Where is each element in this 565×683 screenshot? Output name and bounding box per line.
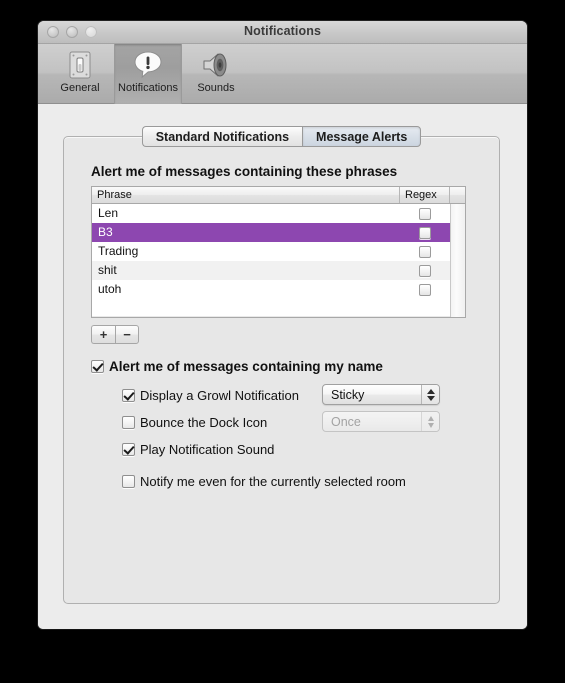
stepper-arrows-icon[interactable]	[421, 412, 439, 431]
option-bounce-dock[interactable]: Bounce the Dock Icon	[122, 415, 267, 430]
table-body: Len B3 Trading shit utoh	[92, 204, 465, 317]
notify-selected-room-checkbox[interactable]	[122, 475, 135, 488]
cell-phrase: B3	[98, 225, 113, 239]
add-phrase-button[interactable]: +	[91, 325, 115, 344]
regex-checkbox[interactable]	[419, 226, 431, 239]
growl-style-value: Sticky	[331, 387, 365, 402]
phrases-heading: Alert me of messages containing these ph…	[91, 164, 398, 179]
tab-message-alerts[interactable]: Message Alerts	[302, 126, 422, 147]
cell-regex	[400, 245, 450, 258]
bounce-dock-label: Bounce the Dock Icon	[140, 415, 268, 430]
table-row[interactable]: shit	[92, 261, 465, 280]
toolbar-item-general-label: General	[60, 82, 100, 94]
message-alerts-pane: Alert me of messages containing these ph…	[64, 137, 501, 605]
table-row[interactable]: B3	[92, 223, 465, 242]
arrow-up-icon	[426, 388, 435, 394]
window-title: Notifications	[244, 24, 321, 38]
alert-my-name-checkbox[interactable]	[91, 360, 104, 373]
toolbar-item-sounds[interactable]: Sounds	[182, 44, 250, 104]
cell-regex	[400, 207, 450, 220]
table-row[interactable]: utoh	[92, 280, 465, 299]
bounce-count-popup[interactable]: Once	[322, 411, 440, 432]
speaker-icon	[200, 48, 232, 82]
regex-checkbox[interactable]	[419, 264, 431, 277]
arrow-down-icon	[427, 422, 434, 428]
light-switch-icon	[65, 48, 95, 82]
alert-my-name-label: Alert me of messages containing my name	[109, 359, 383, 374]
option-play-sound[interactable]: Play Notification Sound	[122, 442, 274, 457]
preferences-window: Notifications General Notifications Soun…	[38, 21, 527, 629]
table-row[interactable]: Trading	[92, 242, 465, 261]
toolbar-item-general[interactable]: General	[46, 44, 114, 104]
play-sound-label: Play Notification Sound	[140, 442, 275, 457]
cell-phrase: utoh	[98, 282, 122, 296]
cell-regex	[400, 283, 450, 296]
tab-strip: Standard Notifications Message Alerts	[63, 126, 500, 148]
phrases-table[interactable]: Phrase Regex Len B3 Trading shit utoh	[91, 186, 466, 318]
table-row[interactable]: Len	[92, 204, 465, 223]
tab-view: Standard Notifications Message Alerts Al…	[63, 126, 500, 604]
toolbar-item-notifications[interactable]: Notifications	[114, 44, 182, 104]
table-header-row: Phrase Regex	[92, 187, 465, 204]
cell-regex	[400, 226, 450, 239]
table-empty-area	[92, 316, 450, 317]
column-header-gutter	[450, 187, 465, 203]
toolbar-item-sounds-label: Sounds	[197, 82, 235, 94]
cell-phrase: Len	[98, 206, 119, 220]
column-header-regex[interactable]: Regex	[400, 187, 450, 203]
arrow-up-icon	[427, 415, 434, 421]
cell-phrase: shit	[98, 263, 117, 277]
preferences-toolbar: General Notifications Sounds	[38, 44, 527, 104]
arrow-down-icon	[426, 395, 435, 401]
window-titlebar: Notifications	[38, 21, 527, 44]
tab-standard-notifications[interactable]: Standard Notifications	[141, 126, 303, 147]
bounce-count-value: Once	[331, 414, 361, 429]
remove-phrase-button[interactable]: −	[115, 325, 139, 344]
regex-checkbox[interactable]	[419, 283, 431, 296]
notify-selected-room-label: Notify me even for the currently selecte…	[140, 474, 406, 489]
cell-regex	[400, 264, 450, 277]
display-growl-label: Display a Growl Notification	[140, 388, 299, 403]
growl-style-popup[interactable]: Sticky	[322, 384, 440, 405]
regex-checkbox[interactable]	[419, 245, 431, 258]
option-notify-selected-room[interactable]: Notify me even for the currently selecte…	[122, 474, 406, 489]
cell-phrase: Trading	[98, 244, 139, 258]
add-remove-segmented-control: + −	[91, 325, 139, 344]
option-alert-my-name[interactable]: Alert me of messages containing my name	[91, 359, 383, 374]
play-sound-checkbox[interactable]	[122, 443, 135, 456]
column-header-phrase[interactable]: Phrase	[92, 187, 400, 203]
speech-bubble-exclamation-icon	[132, 48, 164, 82]
tab-panel: Alert me of messages containing these ph…	[63, 136, 500, 604]
option-display-growl[interactable]: Display a Growl Notification	[122, 388, 299, 403]
table-scrollbar[interactable]	[450, 204, 465, 317]
regex-checkbox[interactable]	[419, 207, 431, 220]
display-growl-checkbox[interactable]	[122, 389, 135, 402]
window-body: Standard Notifications Message Alerts Al…	[38, 104, 527, 629]
toolbar-item-notifications-label: Notifications	[118, 82, 178, 94]
bounce-dock-checkbox[interactable]	[122, 416, 135, 429]
stepper-arrows-icon[interactable]	[421, 385, 439, 404]
